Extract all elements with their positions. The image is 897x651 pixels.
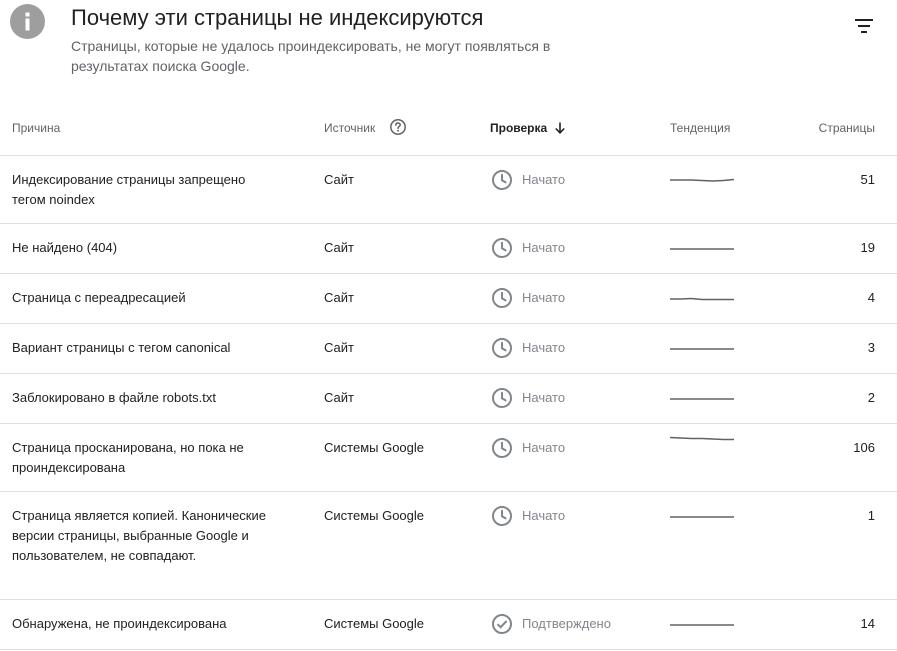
pages-count: 14 <box>860 616 875 631</box>
source-cell: Системы Google <box>324 616 425 631</box>
clock-icon <box>492 338 512 358</box>
source-cell: Сайт <box>324 290 354 305</box>
table-row[interactable]: Вариант страницы с тегом canonical Сайт На… <box>0 324 897 374</box>
pages-count: 3 <box>867 340 875 355</box>
trend-cell <box>669 386 735 408</box>
pages-count: 51 <box>860 172 875 187</box>
trend-line <box>670 178 735 182</box>
trend-cell <box>669 286 735 308</box>
filter-button[interactable] <box>848 12 880 40</box>
status-label: Начато <box>522 340 566 355</box>
source-cell: Системы Google <box>324 440 425 455</box>
status-label: Начато <box>522 508 566 523</box>
filter-icon <box>855 19 873 33</box>
page-subtitle: Страницы, которые не удалось проиндексир… <box>71 38 551 74</box>
source-cell: Сайт <box>324 172 354 187</box>
trend-sparkline <box>670 248 734 250</box>
column-header-pages[interactable]: Страницы <box>819 120 875 136</box>
table-body: Индексирование страницы запрещено тегом … <box>0 156 897 650</box>
pages-count: 1 <box>867 508 875 523</box>
table-row[interactable]: Страница с переадресацией Сайт Начато 4 <box>0 274 897 324</box>
trend-sparkline <box>670 178 735 182</box>
pages-count: 4 <box>867 290 875 305</box>
source-cell: Сайт <box>324 340 354 355</box>
page-title: Почему эти страницы не индексируются <box>71 5 484 30</box>
trend-line <box>669 436 734 441</box>
trend-cell <box>669 612 735 634</box>
pages-count: 106 <box>853 440 875 455</box>
status-label: Начато <box>522 172 566 187</box>
reason-cell: Страница просканирована, но пока не прои… <box>12 440 244 475</box>
trend-sparkline <box>669 436 734 441</box>
reason-cell: Заблокировано в файле robots.txt <box>12 390 216 405</box>
table-row[interactable]: Заблокировано в файле robots.txt Сайт Нача… <box>0 374 897 424</box>
clock-icon <box>492 170 512 190</box>
table-header: Причина Источник Проверка Тенденция Стра… <box>0 100 897 156</box>
card-header: Почему эти страницы не индексируются Стр… <box>0 0 897 100</box>
check-circle-icon <box>492 614 512 634</box>
trend-sparkline <box>670 624 734 626</box>
trend-line <box>670 297 734 301</box>
column-header-reason[interactable]: Причина <box>12 120 60 136</box>
trend-cell <box>669 336 735 358</box>
trend-sparkline <box>670 297 734 301</box>
table-row[interactable]: Не найдено (404) Сайт Начато 19 <box>0 224 897 274</box>
pages-count: 2 <box>867 390 875 405</box>
trend-cell <box>669 168 735 190</box>
help-icon[interactable] <box>389 118 407 136</box>
status-label: Начато <box>522 290 566 305</box>
source-cell: Сайт <box>324 390 354 405</box>
table-row[interactable]: Индексирование страницы запрещено тегом … <box>0 156 897 224</box>
column-header-source[interactable]: Источник <box>324 120 375 136</box>
trend-cell <box>669 436 735 458</box>
arrow-down-icon[interactable] <box>552 120 568 136</box>
reason-cell: Не найдено (404) <box>12 240 118 255</box>
clock-icon <box>492 288 512 308</box>
status-label: Подтверждено <box>522 616 611 631</box>
reason-cell: Страница с переадресацией <box>12 290 186 305</box>
status-label: Начато <box>522 440 566 455</box>
column-header-trend: Тенденция <box>670 121 731 135</box>
trend-cell <box>669 236 735 258</box>
column-header-check[interactable]: Проверка <box>490 120 547 136</box>
table-row[interactable]: Страница является копией. Канонические в… <box>0 492 897 600</box>
clock-icon <box>492 388 512 408</box>
clock-icon <box>492 238 512 258</box>
table-row[interactable]: Страница просканирована, но пока не прои… <box>0 424 897 492</box>
table-row[interactable]: Обнаружена, не проиндексирована Системы G… <box>0 600 897 650</box>
reasons-table: Причина Источник Проверка Тенденция Стра… <box>0 100 897 650</box>
status-label: Начато <box>522 240 566 255</box>
trend-sparkline <box>670 516 734 518</box>
reason-cell: Вариант страницы с тегом canonical <box>12 340 231 355</box>
trend-cell <box>669 504 735 526</box>
source-cell: Системы Google <box>324 508 425 523</box>
pages-count: 19 <box>860 240 875 255</box>
status-label: Начато <box>522 390 566 405</box>
trend-sparkline <box>670 398 734 400</box>
reason-cell: Обнаружена, не проиндексирована <box>12 616 227 631</box>
clock-icon <box>492 438 512 458</box>
reason-cell: Индексирование страницы запрещено тегом … <box>12 172 246 207</box>
info-icon <box>10 4 45 39</box>
source-cell: Сайт <box>324 240 354 255</box>
trend-sparkline <box>670 348 734 350</box>
reason-cell: Страница является копией. Канонические в… <box>12 508 266 563</box>
clock-icon <box>492 506 512 526</box>
